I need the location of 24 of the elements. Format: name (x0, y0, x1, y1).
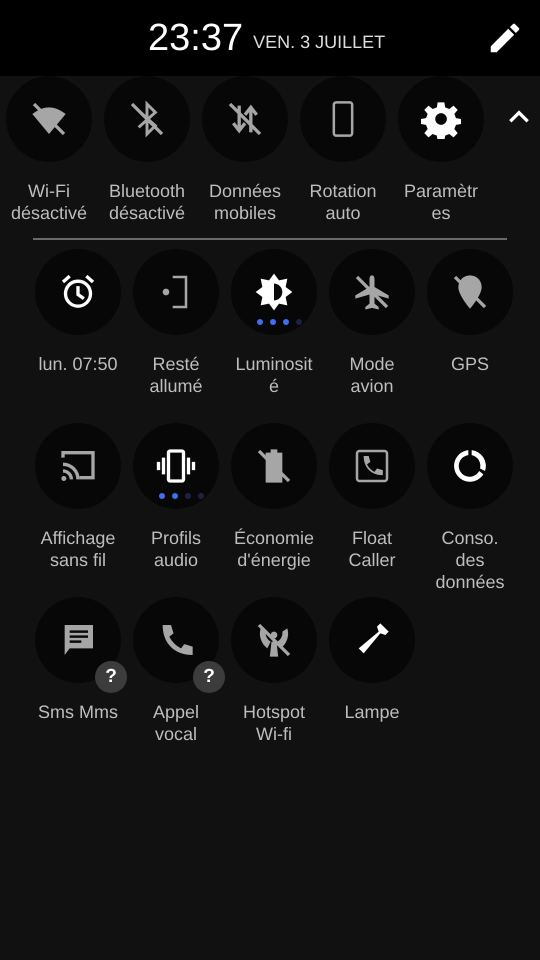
tile-label: Lampe (343, 701, 401, 723)
tile-label: Affichage sans fil (40, 527, 116, 571)
tile-label: Hotspot Wi-fi (242, 701, 306, 745)
tile-label: Mode avion (348, 353, 396, 397)
tile-label: Float Caller (347, 527, 396, 571)
tile-label: Appel vocal (152, 701, 200, 745)
tile-label: GPS (450, 353, 490, 375)
tile-label: Rotation auto (308, 180, 378, 224)
tile-label: Économie d'énergie (233, 527, 315, 571)
tile-label: Paramètres (402, 180, 480, 224)
clock-time: 23:37 (148, 16, 244, 60)
tile-label: Sms Mms (37, 701, 119, 723)
tile-label: Luminosité (234, 353, 314, 397)
brightness-icon (254, 272, 294, 312)
tile-label: lun. 07:50 (37, 353, 119, 375)
tile-label: Bluetooth désactivé (108, 180, 186, 224)
help-badge: ? (193, 661, 225, 693)
tile-label: Wi-Fi désactivé (10, 180, 88, 224)
tile-label: Conso. des données (434, 527, 506, 593)
tile-label: Resté allumé (148, 353, 204, 397)
tile-label: Données mobiles (208, 180, 282, 224)
date-text: VEN. 3 JUILLET (253, 32, 386, 52)
tile-label: Profils audio (150, 527, 202, 571)
help-badge: ? (95, 661, 127, 693)
